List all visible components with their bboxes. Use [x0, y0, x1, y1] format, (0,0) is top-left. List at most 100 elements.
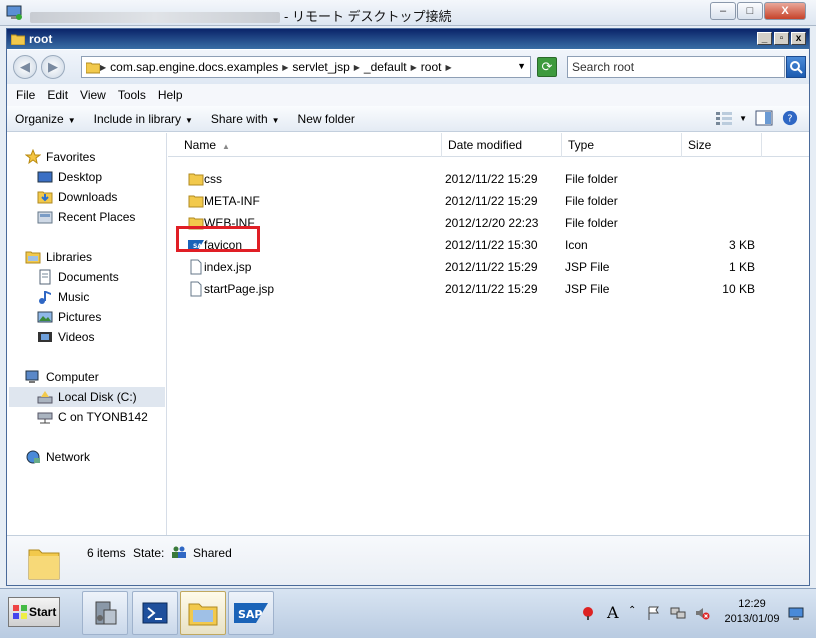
restore-button[interactable]: ▫ [774, 32, 789, 45]
view-dropdown-icon[interactable]: ▼ [739, 114, 747, 123]
column-size[interactable]: Size [682, 133, 762, 157]
menu-tools[interactable]: Tools [118, 88, 146, 102]
action-center-flag-icon[interactable] [646, 605, 662, 621]
tray-app-icon[interactable] [580, 605, 596, 621]
taskbar-powershell[interactable] [132, 591, 178, 635]
table-row[interactable]: css 2012/11/22 15:29 File folder [168, 168, 809, 190]
forward-button[interactable]: ▶ [41, 55, 65, 79]
preview-pane-icon[interactable] [755, 110, 773, 126]
svg-text:?: ? [787, 114, 792, 125]
column-name[interactable]: Name ▲ [178, 133, 442, 157]
address-bar[interactable]: ▶ com.sap.engine.docs.examples ▶ servlet… [81, 56, 531, 78]
volume-muted-icon[interactable] [694, 605, 710, 621]
breadcrumb-seg-1[interactable]: com.sap.engine.docs.examples [110, 60, 278, 74]
column-type[interactable]: Type [562, 133, 682, 157]
share-label: Share with [210, 111, 268, 126]
back-button[interactable]: ◀ [13, 55, 37, 79]
file-size [685, 190, 755, 212]
nav-recent-places-label: Recent Places [58, 210, 136, 224]
item-count: 6 items [87, 546, 126, 560]
show-hidden-icons-icon[interactable]: ⌃ [628, 605, 644, 621]
nav-network-drive[interactable]: C on TYONB142 [37, 407, 148, 427]
view-options-icon[interactable] [715, 110, 733, 126]
sap-logo-text: SAP [238, 608, 263, 621]
file-icon [190, 259, 202, 275]
nav-desktop[interactable]: Desktop [37, 167, 102, 187]
column-date[interactable]: Date modified [442, 133, 562, 157]
table-row[interactable]: META-INF 2012/11/22 15:29 File folder [168, 190, 809, 212]
file-name: index.jsp [204, 260, 252, 274]
include-in-library-button[interactable]: Include in library ▼ [94, 112, 193, 126]
column-name-label: Name [184, 138, 217, 152]
table-row[interactable]: startPage.jsp 2012/11/22 15:29 JSP File … [168, 278, 809, 300]
nav-downloads[interactable]: Downloads [37, 187, 117, 207]
help-icon[interactable]: ? [781, 110, 799, 126]
clock[interactable]: 12:29 2013/01/09 [720, 597, 784, 627]
table-row[interactable]: WEB-INF 2012/12/20 22:23 File folder [168, 212, 809, 234]
state-label: State: [133, 546, 165, 560]
explorer-window: root _ ▫ x ◀ ▶ ▶ com.sap.engine.docs.exa… [6, 28, 810, 586]
table-row[interactable]: SAP favicon 2012/11/22 15:30 Icon 3 KB [168, 234, 809, 256]
videos-icon [38, 332, 52, 342]
file-date: 2012/11/22 15:30 [445, 238, 538, 252]
navigation-pane: Favorites Desktop Downloads Recent Place… [7, 133, 167, 535]
menu-view[interactable]: View [80, 88, 106, 102]
share-with-button[interactable]: Share with ▼ [211, 112, 280, 126]
nav-network[interactable]: Network [25, 447, 90, 467]
rdp-maximize-button[interactable]: □ [737, 2, 763, 20]
explorer-title-bar: root _ ▫ x [7, 29, 809, 49]
nav-pictures[interactable]: Pictures [37, 307, 101, 327]
nav-libraries[interactable]: Libraries [25, 247, 92, 267]
folder-icon [188, 173, 204, 186]
network-status-icon[interactable] [670, 605, 686, 621]
arrow-right-icon: ▶ [48, 59, 58, 74]
start-button[interactable]: Start [8, 597, 60, 627]
breadcrumb-seg-2[interactable]: servlet_jsp [292, 60, 349, 74]
nav-local-disk[interactable]: Local Disk (C:) [9, 387, 165, 407]
sap-logo-icon: SAP [234, 603, 268, 623]
breadcrumb-seg-3[interactable]: _default [364, 60, 407, 74]
nav-favorites[interactable]: Favorites [25, 147, 95, 167]
nav-recent-places[interactable]: Recent Places [37, 207, 135, 227]
view-controls: ▼ ? [707, 110, 799, 126]
close-button[interactable]: x [791, 32, 806, 45]
minimize-button[interactable]: _ [757, 32, 772, 45]
nav-pictures-label: Pictures [58, 310, 102, 324]
taskbar-sap[interactable]: SAP [228, 591, 274, 635]
nav-music[interactable]: Music [37, 287, 89, 307]
nav-documents[interactable]: Documents [37, 267, 119, 287]
ime-indicator[interactable]: A [607, 603, 623, 622]
taskbar-server-manager[interactable] [82, 591, 128, 635]
organize-button[interactable]: Organize ▼ [15, 112, 76, 126]
rdp-title: - リモート デスクトップ接続 [30, 6, 452, 25]
clock-date: 2013/01/09 [724, 613, 780, 625]
breadcrumb-arrow-icon[interactable]: ▶ [411, 63, 417, 72]
menu-help[interactable]: Help [158, 88, 183, 102]
breadcrumb-arrow-icon[interactable]: ▶ [445, 63, 451, 72]
show-desktop-icon[interactable] [788, 605, 804, 621]
file-name: startPage.jsp [204, 282, 275, 296]
nav-computer[interactable]: Computer [25, 367, 99, 387]
breadcrumb-arrow-icon[interactable]: ▶ [100, 63, 106, 72]
refresh-button[interactable]: ⟳ [537, 57, 557, 77]
taskbar-explorer[interactable] [180, 591, 226, 635]
rdp-minimize-button[interactable]: – [710, 2, 736, 20]
redacted-host [30, 12, 280, 24]
search-button[interactable] [786, 56, 806, 78]
breadcrumb-seg-4[interactable]: root [421, 60, 442, 74]
file-size [685, 212, 755, 234]
new-folder-button[interactable]: New folder [298, 112, 355, 126]
menu-file[interactable]: File [16, 88, 35, 102]
refresh-icon: ⟳ [541, 59, 553, 74]
table-row[interactable]: index.jsp 2012/11/22 15:29 JSP File 1 KB [168, 256, 809, 278]
nav-videos[interactable]: Videos [37, 327, 94, 347]
nav-computer-label: Computer [46, 370, 99, 384]
address-dropdown-icon[interactable]: ▼ [517, 61, 526, 71]
desktop-icon [37, 171, 53, 183]
rdp-close-button[interactable]: X [764, 2, 806, 20]
details-pane: 6 items State: Shared [7, 535, 809, 585]
breadcrumb-arrow-icon[interactable]: ▶ [354, 63, 360, 72]
breadcrumb-arrow-icon[interactable]: ▶ [282, 63, 288, 72]
search-input[interactable]: Search root [567, 56, 785, 78]
menu-edit[interactable]: Edit [47, 88, 68, 102]
